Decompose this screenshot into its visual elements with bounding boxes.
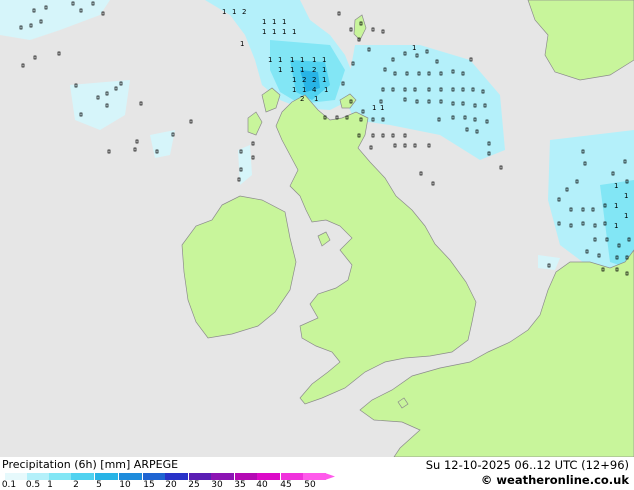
scale-arrow (325, 473, 335, 480)
scale-swatch (303, 473, 326, 480)
svg-text:1: 1 (290, 56, 294, 64)
scale-swatch (281, 473, 304, 480)
svg-text:1: 1 (412, 44, 416, 52)
svg-text:2: 2 (312, 66, 316, 74)
scale-tick-label: 1 (47, 480, 53, 490)
svg-text:1: 1 (292, 86, 296, 94)
svg-text:1: 1 (312, 56, 316, 64)
svg-text:1: 1 (300, 66, 304, 74)
svg-text:1: 1 (300, 56, 304, 64)
svg-text:1: 1 (232, 8, 236, 16)
svg-text:1: 1 (292, 28, 296, 36)
scale-tick-label: 5 (96, 480, 102, 490)
scale-swatch (235, 473, 258, 480)
svg-text:1: 1 (262, 28, 266, 36)
svg-text:1: 1 (372, 104, 376, 112)
svg-text:1: 1 (324, 86, 328, 94)
svg-text:2: 2 (300, 95, 304, 103)
svg-text:1: 1 (614, 182, 618, 190)
scale-swatch (211, 473, 234, 480)
scale-tick-label: 0.1 (1, 480, 17, 490)
site-credit[interactable]: © weatheronline.co.uk (481, 473, 629, 487)
svg-text:1: 1 (624, 212, 628, 220)
svg-text:1: 1 (278, 56, 282, 64)
svg-text:1: 1 (322, 76, 326, 84)
svg-text:2: 2 (312, 76, 316, 84)
scale-swatch (5, 473, 28, 480)
scale-swatch (143, 473, 166, 480)
scale-tick-label: 45 (280, 480, 292, 490)
svg-text:1: 1 (222, 8, 226, 16)
svg-text:1: 1 (262, 18, 266, 26)
scale-swatch (189, 473, 212, 480)
svg-text:1: 1 (282, 28, 286, 36)
svg-text:1: 1 (268, 56, 272, 64)
svg-text:1: 1 (380, 104, 384, 112)
svg-text:1: 1 (314, 95, 318, 103)
svg-text:1: 1 (292, 76, 296, 84)
scale-tick-label: 15 (143, 480, 155, 490)
scale-tick-label: 30 (211, 480, 223, 490)
svg-text:1: 1 (302, 86, 306, 94)
scale-labels: 0.1 0.5 1 2 5 10 15 20 25 30 35 40 45 50 (0, 480, 340, 490)
scale-swatch (95, 473, 118, 480)
scale-swatch (27, 473, 50, 480)
svg-text:2: 2 (242, 8, 246, 16)
svg-text:1: 1 (240, 40, 244, 48)
svg-text:1: 1 (322, 56, 326, 64)
svg-text:4: 4 (312, 86, 317, 94)
scale-swatch (257, 473, 280, 480)
legend-title: Precipitation (6h) [mm] ARPEGE (2, 458, 179, 471)
scale-tick-label: 2 (73, 480, 79, 490)
svg-text:1: 1 (272, 18, 276, 26)
svg-text:1: 1 (614, 202, 618, 210)
svg-text:1: 1 (614, 222, 618, 230)
scale-tick-label: 10 (119, 480, 131, 490)
scale-tick-label: 50 (304, 480, 316, 490)
svg-text:1: 1 (290, 66, 294, 74)
forecast-datetime: Su 12-10-2025 06..12 UTC (12+96) (425, 458, 629, 472)
svg-text:1: 1 (278, 66, 282, 74)
scale-swatch (71, 473, 94, 480)
scale-tick-label: 25 (188, 480, 200, 490)
scale-tick-label: 20 (165, 480, 177, 490)
svg-text:1: 1 (282, 18, 286, 26)
svg-text:1: 1 (322, 66, 326, 74)
svg-text:1: 1 (624, 192, 628, 200)
scale-tick-label: 40 (256, 480, 268, 490)
svg-text:2: 2 (302, 76, 306, 84)
scale-swatch (49, 473, 72, 480)
scale-swatch (165, 473, 188, 480)
precipitation-map: 112 111 1111 111111 11121 1221 1141 21 1… (0, 0, 634, 457)
scale-tick-label: 0.5 (25, 480, 41, 490)
svg-text:1: 1 (272, 28, 276, 36)
scale-swatch (119, 473, 142, 480)
scale-tick-label: 35 (234, 480, 246, 490)
